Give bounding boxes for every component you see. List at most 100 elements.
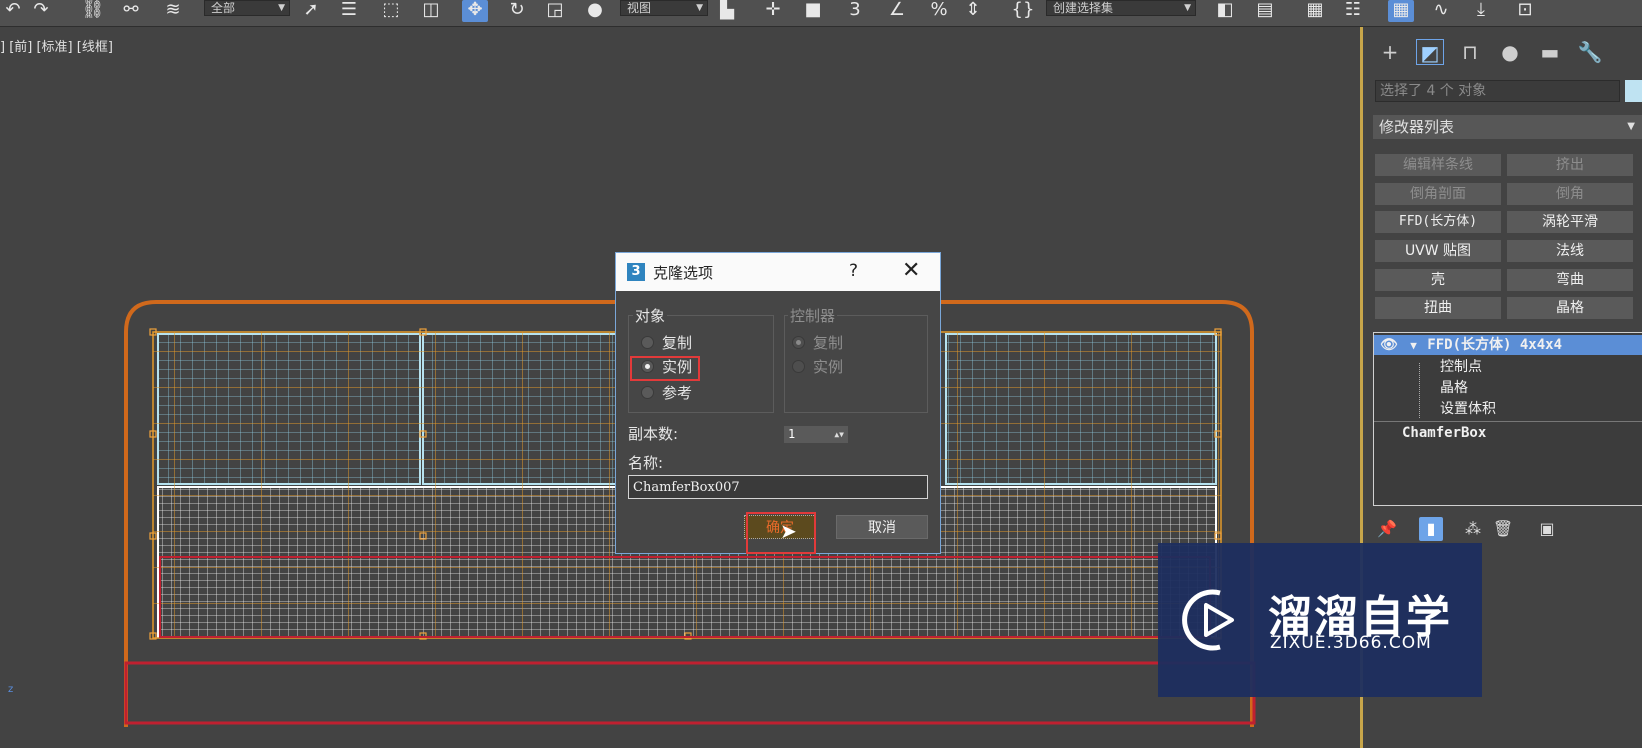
modifier-button-uvw-map[interactable]: UVW 贴图 — [1375, 240, 1501, 262]
stack-item-base-object[interactable]: ChamferBox — [1402, 423, 1486, 443]
modifier-button-ffd-box[interactable]: FFD(长方体) — [1375, 211, 1501, 233]
snaps-toggle-icon[interactable]: 3 — [842, 0, 868, 22]
chevron-down-icon: ▼ — [1184, 3, 1191, 13]
window-crossing-icon[interactable]: ◫ — [418, 0, 444, 22]
modifier-list-dropdown[interactable]: 修改器列表 ▼ — [1373, 115, 1642, 139]
modifier-button-turbosmooth[interactable]: 涡轮平滑 — [1507, 211, 1633, 233]
spinner-snap-icon[interactable]: ⇕ — [960, 0, 986, 22]
controller-group-label: 控制器 — [788, 305, 838, 326]
place-icon[interactable]: ● — [582, 0, 608, 22]
radio-controller-instance-circle[interactable] — [792, 360, 805, 373]
modifier-button-twist[interactable]: 扭曲 — [1375, 297, 1501, 319]
app-logo-icon: 3 — [627, 263, 645, 281]
chevron-down-icon: ▼ — [696, 3, 703, 13]
chevron-down-icon: ▼ — [1627, 121, 1635, 132]
copies-value: 1 — [788, 427, 796, 441]
stack-subitem-set-volume[interactable]: 设置体积 — [1440, 399, 1496, 419]
cancel-button[interactable]: 取消 — [836, 515, 928, 539]
modify-tab-icon[interactable]: ◩ — [1416, 39, 1444, 65]
radio-controller-instance-label: 实例 — [813, 358, 844, 376]
modifier-button-extrude[interactable]: 挤出 — [1507, 154, 1633, 176]
help-button[interactable]: ? — [849, 261, 858, 281]
object-color-swatch[interactable] — [1625, 80, 1642, 102]
make-unique-icon[interactable]: ⁂ — [1461, 517, 1485, 541]
radio-controller-copy-circle[interactable] — [792, 336, 805, 349]
material-editor-icon[interactable]: ⤓ — [1468, 0, 1494, 22]
redo-icon[interactable]: ↷ — [28, 0, 54, 22]
modifier-button-normal[interactable]: 法线 — [1507, 240, 1633, 262]
modifier-button-bevel-profile[interactable]: 倒角剖面 — [1375, 183, 1501, 205]
stack-toolbar: 📌 ▮ ⁂ 🗑 ▣ — [1373, 517, 1642, 543]
dialog-title-bar[interactable]: 3 克隆选项 ? ✕ — [616, 253, 940, 291]
select-and-rotate-icon[interactable]: ↻ — [504, 0, 530, 22]
modifier-button-bend[interactable]: 弯曲 — [1507, 269, 1633, 291]
stack-divider — [1374, 421, 1642, 422]
hierarchy-tab-icon[interactable]: ⊓ — [1456, 39, 1484, 65]
object-group-label: 对象 — [633, 305, 668, 326]
select-object-icon[interactable]: ➚ — [298, 0, 324, 22]
name-input[interactable] — [628, 475, 928, 499]
motion-tab-icon[interactable]: ● — [1496, 39, 1524, 65]
configure-modifier-sets-icon[interactable]: ▣ — [1535, 517, 1559, 541]
modifier-button-bevel[interactable]: 倒角 — [1507, 183, 1633, 205]
stack-item-ffd[interactable]: 👁 ▼ FFD(长方体) 4x4x4 — [1374, 335, 1642, 355]
display-tab-icon[interactable]: ▬ — [1536, 39, 1564, 65]
layer-explorer-icon[interactable]: ▦ — [1302, 0, 1328, 22]
remove-modifier-icon[interactable]: 🗑 — [1491, 517, 1515, 541]
pivot-center-icon[interactable]: ▙ — [714, 0, 740, 22]
show-end-result-icon[interactable]: ▮ — [1419, 517, 1443, 541]
pin-stack-icon[interactable]: 📌 — [1375, 517, 1399, 541]
unlink-icon[interactable]: ⚯ — [118, 0, 144, 22]
named-selection-dropdown[interactable]: 创建选择集 ▼ — [1046, 0, 1196, 16]
selection-filter-value: 全部 — [211, 1, 236, 15]
select-by-name-icon[interactable]: ☰ — [336, 0, 362, 22]
angle-snap-icon[interactable]: ∠ — [884, 0, 910, 22]
stack-item-ffd-label: FFD(长方体) 4x4x4 — [1427, 337, 1562, 353]
eye-icon[interactable]: 👁 — [1380, 337, 1398, 353]
modifier-button-edit-spline[interactable]: 编辑样条线 — [1375, 154, 1501, 176]
reference-coordinate-dropdown[interactable]: 视图 ▼ — [620, 0, 708, 16]
modifier-list-label: 修改器列表 — [1379, 118, 1455, 136]
radio-copy-circle[interactable] — [641, 336, 654, 349]
percent-snap-icon[interactable]: % — [926, 0, 952, 22]
chevron-down-icon: ▼ — [278, 3, 285, 13]
link-icon[interactable]: ⛓ — [80, 0, 106, 22]
stack-subitem-control-points[interactable]: 控制点 — [1440, 357, 1482, 377]
schematic-view-icon[interactable]: ∿ — [1428, 0, 1454, 22]
select-and-scale-icon[interactable]: ◲ — [542, 0, 568, 22]
modifier-button-shell[interactable]: 壳 — [1375, 269, 1501, 291]
rectangular-selection-icon[interactable]: ⬚ — [378, 0, 404, 22]
modifier-button-lattice[interactable]: 晶格 — [1507, 297, 1633, 319]
watermark-url: ZIXUE.3D66.COM — [1270, 633, 1432, 653]
named-selection-value: 创建选择集 — [1053, 1, 1114, 15]
utilities-tab-icon[interactable]: 🔧 — [1576, 39, 1604, 65]
axis-label: z — [8, 684, 13, 695]
copies-label: 副本数: — [628, 425, 679, 443]
stack-subitem-lattice[interactable]: 晶格 — [1440, 378, 1468, 398]
copies-spinner[interactable]: 1 ▲▼ — [784, 426, 848, 443]
selection-filter-dropdown[interactable]: 全部 ▼ — [204, 0, 290, 16]
tree-connector — [1419, 363, 1421, 418]
clone-options-dialog: 3 克隆选项 ? ✕ 对象 复制 实例 参考 控制器 复制 实例 副本数: 1 … — [615, 252, 941, 554]
keyboard-shortcut-icon[interactable]: ■ — [800, 0, 826, 22]
radio-reference-circle[interactable] — [641, 386, 654, 399]
close-button[interactable]: ✕ — [902, 258, 920, 283]
select-and-move-icon[interactable]: ✥ — [462, 0, 488, 22]
controller-group — [784, 315, 928, 413]
edit-named-selection-icon[interactable]: {} — [1010, 0, 1036, 22]
main-toolbar: ↶ ↷ ⛓ ⚯ ≋ 全部 ▼ ➚ ☰ ⬚ ◫ ✥ ↻ ◲ ● 视图 ▼ ▙ ✛ … — [0, 0, 1642, 27]
curve-editor-icon[interactable]: ▦ — [1388, 0, 1414, 22]
undo-icon[interactable]: ↶ — [0, 0, 26, 22]
toggle-ribbon-icon[interactable]: ☷ — [1340, 0, 1366, 22]
radio-copy-label: 复制 — [662, 334, 693, 352]
align-icon[interactable]: ▤ — [1252, 0, 1278, 22]
render-setup-icon[interactable]: ⊡ — [1512, 0, 1538, 22]
mirror-icon[interactable]: ◧ — [1212, 0, 1238, 22]
expand-arrow-icon[interactable]: ▼ — [1410, 339, 1417, 352]
create-tab-icon[interactable]: + — [1376, 39, 1404, 65]
spinner-arrows-icon[interactable]: ▲▼ — [834, 426, 844, 443]
select-manipulate-icon[interactable]: ✛ — [760, 0, 786, 22]
bind-space-warp-icon[interactable]: ≋ — [160, 0, 186, 22]
name-label: 名称: — [628, 454, 664, 472]
selection-info-field[interactable]: 选择了 4 个 对象 — [1375, 80, 1620, 102]
